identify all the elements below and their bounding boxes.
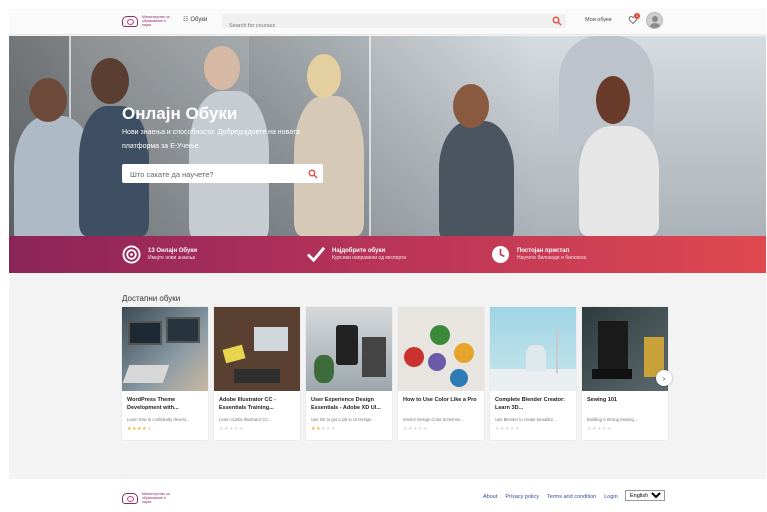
courses-section-title: Достапни обуки	[122, 294, 181, 303]
course-thumbnail	[122, 307, 208, 391]
course-thumbnail	[490, 307, 576, 391]
footer-link-about[interactable]: About	[483, 494, 497, 500]
course-card[interactable]: Sewing 101 Building A Strong Sewing... ★…	[582, 307, 668, 440]
course-description: Building A Strong Sewing...	[587, 417, 638, 422]
course-title: WordPress Theme Development with...	[127, 397, 179, 411]
hero-person-head	[453, 84, 489, 128]
features-band: 13 Онлајн Обуки Имајте нови знаења Најдо…	[9, 236, 766, 273]
course-rating: ★★★★★	[311, 426, 336, 432]
footer-link-privacy[interactable]: Privacy policy	[505, 494, 539, 500]
course-rating: ★★★★★	[587, 426, 612, 432]
header-search	[222, 14, 566, 33]
chevron-right-icon: ›	[662, 373, 666, 383]
course-rating: ★★★★★	[495, 426, 520, 432]
course-description: Learn how to confidently develo...	[127, 417, 190, 422]
hero-person-head	[91, 58, 129, 104]
clock-icon	[491, 245, 510, 264]
search-icon[interactable]	[308, 169, 318, 179]
courses-menu-label: Обуки	[190, 16, 208, 23]
course-thumbnail	[214, 307, 300, 391]
my-courses-link[interactable]: Мои обуки	[585, 17, 612, 23]
course-title: How to Use Color Like a Pro	[403, 397, 477, 403]
course-thumbnail	[306, 307, 392, 391]
feature-constant-access: Постојан пристап Научете билокаде и било…	[491, 245, 586, 264]
courses-menu[interactable]: ☷ Обуки	[183, 16, 208, 24]
user-avatar[interactable]	[646, 12, 663, 29]
star-icon: ★	[606, 426, 612, 432]
hero-title: Онлајн Обуки	[122, 104, 238, 123]
hero-chair	[579, 126, 659, 236]
language-select[interactable]: English	[625, 490, 665, 501]
star-icon: ★	[238, 426, 244, 432]
hero-person-head	[307, 54, 341, 98]
footer-link-terms[interactable]: Terms and condition	[547, 494, 596, 500]
logo-text: Министерство за образование и наука	[142, 492, 170, 504]
feature-title: Постојан пристап	[517, 248, 570, 254]
hero-search	[122, 164, 323, 184]
course-card[interactable]: How to Use Color Like a Pro Interior Des…	[398, 307, 484, 440]
search-icon[interactable]	[552, 16, 562, 26]
course-title: Sewing 101	[587, 397, 617, 403]
course-thumbnail	[398, 307, 484, 391]
course-rating: ★★★★★	[219, 426, 244, 432]
course-card[interactable]: Adobe Illustrator CC - Essentials Traini…	[214, 307, 300, 440]
logo-icon	[122, 15, 138, 27]
course-description: Use Blender to create beautiful...	[495, 417, 556, 422]
hero-subtitle: Нови знаења и способности. Добредојдовте…	[122, 129, 300, 150]
hero-person-head	[596, 76, 630, 124]
hero-search-input[interactable]	[122, 165, 302, 184]
header-search-input[interactable]	[222, 19, 542, 33]
star-icon: ★	[422, 426, 428, 432]
feature-best-courses: Најдобрите обуки Курсеви направени од ек…	[306, 245, 406, 264]
hero-banner: Онлајн Обуки Нови знаења и способности. …	[9, 36, 766, 236]
star-icon: ★	[514, 426, 520, 432]
hero-person-head	[29, 78, 67, 122]
site-logo[interactable]: Министерство за образование и наука	[122, 15, 172, 27]
logo-icon	[122, 492, 138, 504]
star-icon: ★	[146, 426, 152, 432]
course-rating: ★★★★★	[127, 426, 152, 432]
logo-text: Министерство за образование и наука	[142, 15, 170, 27]
page: Министерство за образование и наука ☷ Об…	[9, 9, 766, 512]
hero-person-head	[204, 46, 240, 90]
top-navbar: Министерство за образование и наука ☷ Об…	[9, 9, 766, 35]
course-description: Use XD to get a job in UI Design...	[311, 417, 375, 422]
star-icon: ★	[330, 426, 336, 432]
course-card[interactable]: WordPress Theme Development with... Lear…	[122, 307, 208, 440]
course-title: User Experience Design Essentials - Adob…	[311, 397, 381, 411]
feature-subtitle: Курсеви направени од експерти	[332, 255, 407, 261]
course-rating: ★★★★★	[403, 426, 428, 432]
footer-links: About Privacy policy Terms and condition…	[483, 494, 618, 500]
notification-badge: 1	[634, 13, 640, 19]
hero-person	[439, 121, 514, 236]
course-card[interactable]: Complete Blender Creator: Learn 3D... Us…	[490, 307, 576, 440]
course-title: Complete Blender Creator: Learn 3D...	[495, 397, 565, 411]
course-description: Learn Adobe Illustrator CC...	[219, 417, 272, 422]
grid-icon: ☷	[183, 17, 189, 23]
check-icon	[306, 246, 325, 263]
footer: Министерство за образование и наука Abou…	[9, 479, 766, 512]
target-icon	[122, 245, 141, 264]
course-card[interactable]: User Experience Design Essentials - Adob…	[306, 307, 392, 440]
footer-link-login[interactable]: Login	[604, 494, 617, 500]
footer-logo[interactable]: Министерство за образование и наука	[122, 492, 172, 504]
carousel-next-button[interactable]: ›	[656, 370, 672, 386]
feature-subtitle: Имајте нови знаења	[148, 255, 196, 261]
feature-title: Најдобрите обуки	[332, 248, 386, 254]
feature-courses-count: 13 Онлајн Обуки Имајте нови знаења	[122, 245, 197, 264]
course-title: Adobe Illustrator CC - Essentials Traini…	[219, 397, 276, 411]
course-description: Interior Design Color Schemes...	[403, 417, 464, 422]
feature-subtitle: Научете билокаде и билокога	[517, 255, 587, 261]
feature-title: 13 Онлајн Обуки	[148, 248, 198, 254]
